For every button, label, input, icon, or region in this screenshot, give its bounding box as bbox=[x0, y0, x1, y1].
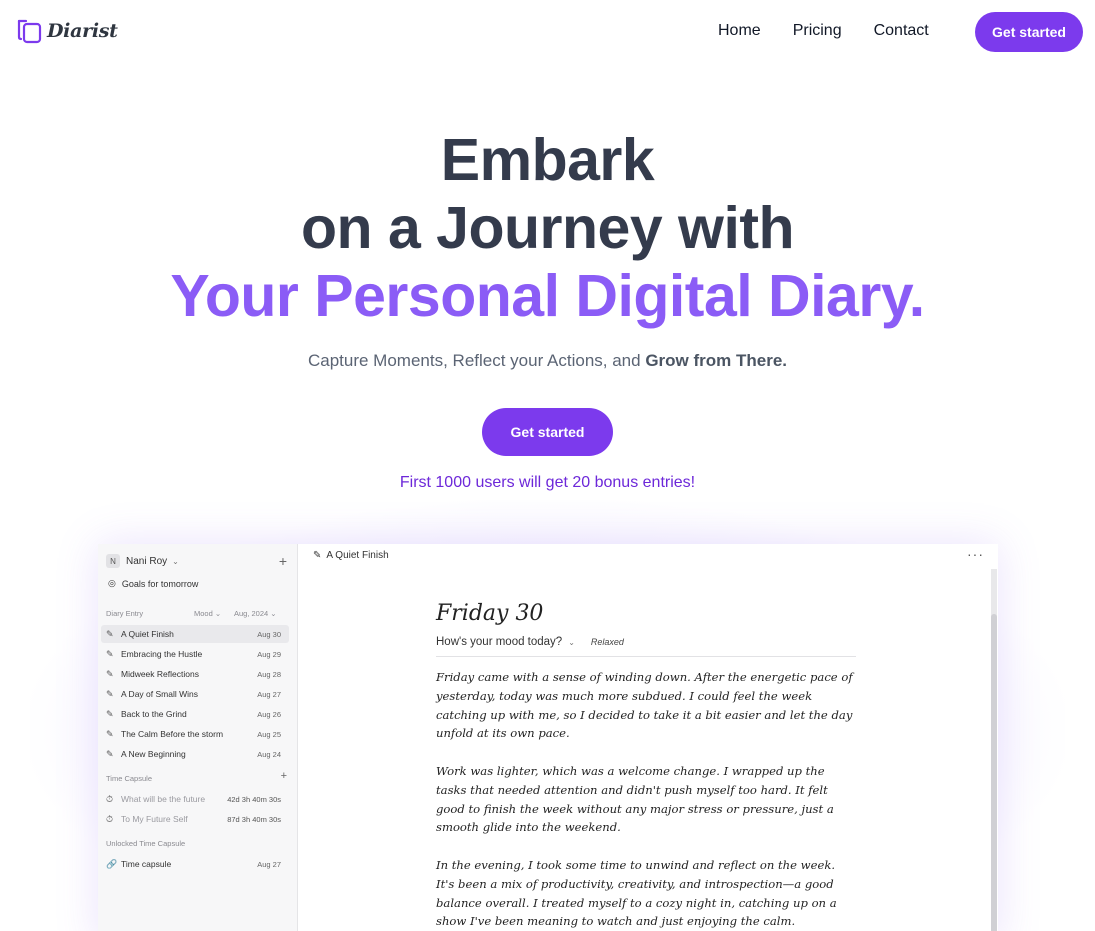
time-capsule-item[interactable]: ⏱ What will be the future 42d 3h 40m 30s bbox=[101, 790, 289, 808]
target-icon: ◎ bbox=[108, 578, 116, 588]
diary-entry-item[interactable]: ✎ The Calm Before the storm Aug 25 bbox=[101, 725, 289, 743]
diary-date-heading: Friday 30 bbox=[436, 601, 544, 626]
nav-link-pricing[interactable]: Pricing bbox=[793, 22, 842, 40]
logo-text: Diarist bbox=[47, 20, 118, 42]
entry-tab-title: ✎ A Quiet Finish bbox=[313, 550, 389, 561]
entry-date: Aug 30 bbox=[257, 629, 281, 639]
nav-links: Home Pricing Contact bbox=[718, 22, 961, 40]
edit-note-icon: ✎ bbox=[106, 708, 114, 719]
hero-subtitle-plain: Capture Moments, Reflect your Actions, a… bbox=[307, 351, 646, 370]
diary-entry-item[interactable]: ✎ Back to the Grind Aug 26 bbox=[101, 705, 289, 723]
hero-title-line3: Your Personal Digital Diary. bbox=[170, 263, 925, 329]
link-icon: 🔗 bbox=[106, 858, 118, 869]
capsule-section-label: Time Capsule bbox=[106, 774, 152, 783]
entry-title: Midweek Reflections bbox=[121, 669, 199, 679]
chevron-down-icon: ⌄ bbox=[270, 609, 277, 618]
hero-title-line2: on a Journey with bbox=[300, 195, 795, 261]
mood-value: Relaxed bbox=[590, 637, 624, 647]
timer-icon: ⏱ bbox=[106, 793, 114, 804]
entry-date: Aug 27 bbox=[257, 689, 281, 699]
capsule-title: What will be the future bbox=[121, 794, 206, 804]
mood-question: How's your mood today? bbox=[436, 636, 563, 648]
time-capsule-item[interactable]: ⏱ To My Future Self 87d 3h 40m 30s bbox=[101, 810, 289, 828]
logo[interactable]: Diarist bbox=[17, 18, 118, 44]
chevron-down-icon: ⌄ bbox=[214, 609, 222, 618]
capsule-countdown: 87d 3h 40m 30s bbox=[227, 814, 281, 824]
diary-body[interactable]: Friday came with a sense of winding down… bbox=[436, 668, 856, 931]
diary-paragraph: In the evening, I took some time to unwi… bbox=[436, 857, 837, 929]
mood-filter[interactable]: Mood ⌄ bbox=[194, 609, 221, 618]
diary-paragraph: Work was lighter, which was a welcome ch… bbox=[436, 763, 834, 835]
mood-filter-label: Mood bbox=[194, 609, 213, 618]
bonus-notice: First 1000 users will get 20 bonus entri… bbox=[399, 474, 696, 491]
unlocked-date: Aug 27 bbox=[257, 859, 281, 869]
entry-title: Embracing the Hustle bbox=[121, 649, 203, 659]
nav-get-started-button[interactable]: Get started bbox=[975, 12, 1083, 52]
diary-entry-item[interactable]: ✎ A Day of Small Wins Aug 27 bbox=[101, 685, 289, 703]
goals-item[interactable]: ◎ Goals for tomorrow bbox=[108, 578, 198, 589]
timer-icon: ⏱ bbox=[106, 813, 114, 824]
month-filter-label: Aug, 2024 bbox=[234, 609, 269, 618]
diary-entry-item[interactable]: ✎ A New Beginning Aug 24 bbox=[101, 745, 289, 763]
unlocked-title: Time capsule bbox=[121, 859, 172, 869]
diary-section-label: Diary Entry bbox=[106, 609, 144, 618]
nav-link-home[interactable]: Home bbox=[718, 22, 761, 40]
app-preview: N Nani Roy ⌄ + ◎ Goals for tomorrow Diar… bbox=[98, 544, 998, 931]
editor-panel: ✎ A Quiet Finish ··· Friday 30 How's you… bbox=[299, 544, 998, 931]
diary-paragraph: Friday came with a sense of winding down… bbox=[436, 670, 853, 741]
diary-entry-item[interactable]: ✎ Midweek Reflections Aug 28 bbox=[101, 665, 289, 683]
unlocked-capsule-item[interactable]: 🔗 Time capsule Aug 27 bbox=[101, 855, 289, 873]
chevron-down-icon: ⌄ bbox=[568, 637, 575, 647]
user-name: Nani Roy bbox=[126, 555, 168, 567]
logo-icon bbox=[17, 19, 42, 44]
diary-entry-item[interactable]: ✎ Embracing the Hustle Aug 29 bbox=[101, 645, 289, 663]
hero-title: Embark on a Journey with Your Personal D… bbox=[0, 126, 1095, 330]
divider bbox=[436, 656, 856, 657]
scrollbar[interactable] bbox=[991, 569, 997, 931]
hero-subtitle: Capture Moments, Reflect your Actions, a… bbox=[0, 351, 1095, 371]
entry-title: A Day of Small Wins bbox=[121, 689, 198, 699]
diary-entry-item[interactable]: ✎ A Quiet Finish Aug 30 bbox=[101, 625, 289, 643]
entry-date: Aug 24 bbox=[257, 749, 281, 759]
nav-link-contact[interactable]: Contact bbox=[874, 22, 929, 40]
mood-selector[interactable]: How's your mood today? ⌄ Relaxed bbox=[436, 636, 624, 648]
more-options-icon[interactable]: ··· bbox=[967, 546, 984, 562]
capsule-title: To My Future Self bbox=[121, 814, 188, 824]
month-filter[interactable]: Aug, 2024 ⌄ bbox=[234, 609, 277, 618]
entry-title: Back to the Grind bbox=[121, 709, 187, 719]
entry-date: Aug 29 bbox=[257, 649, 281, 659]
unlocked-section-label: Unlocked Time Capsule bbox=[106, 839, 186, 848]
edit-note-icon: ✎ bbox=[106, 648, 114, 659]
edit-note-icon: ✎ bbox=[106, 668, 114, 679]
edit-note-icon: ✎ bbox=[106, 728, 114, 739]
add-capsule-button[interactable]: + bbox=[281, 770, 287, 782]
scrollbar-thumb[interactable] bbox=[991, 614, 997, 931]
tab-title-text: A Quiet Finish bbox=[326, 550, 389, 561]
edit-note-icon: ✎ bbox=[106, 748, 114, 759]
edit-note-icon: ✎ bbox=[106, 688, 114, 699]
entry-title: A Quiet Finish bbox=[121, 629, 174, 639]
edit-note-icon: ✎ bbox=[106, 628, 114, 639]
hero-subtitle-bold: Grow from There. bbox=[645, 351, 787, 370]
add-entry-button[interactable]: + bbox=[279, 553, 287, 569]
avatar: N bbox=[106, 554, 120, 568]
entry-title: A New Beginning bbox=[121, 749, 186, 759]
entry-title: The Calm Before the storm bbox=[121, 729, 224, 739]
hero-title-line1: Embark bbox=[440, 127, 655, 193]
goals-label: Goals for tomorrow bbox=[121, 578, 199, 589]
user-switcher[interactable]: N Nani Roy ⌄ bbox=[106, 554, 179, 568]
chevron-down-icon: ⌄ bbox=[172, 556, 179, 566]
capsule-countdown: 42d 3h 40m 30s bbox=[227, 794, 281, 804]
entry-date: Aug 25 bbox=[257, 729, 281, 739]
top-nav: Diarist Home Pricing Contact Get started bbox=[0, 0, 1095, 64]
sidebar: N Nani Roy ⌄ + ◎ Goals for tomorrow Diar… bbox=[98, 544, 298, 931]
entry-date: Aug 26 bbox=[257, 709, 281, 719]
edit-note-icon: ✎ bbox=[313, 550, 322, 561]
hero-get-started-button[interactable]: Get started bbox=[482, 408, 613, 456]
entry-date: Aug 28 bbox=[257, 669, 281, 679]
